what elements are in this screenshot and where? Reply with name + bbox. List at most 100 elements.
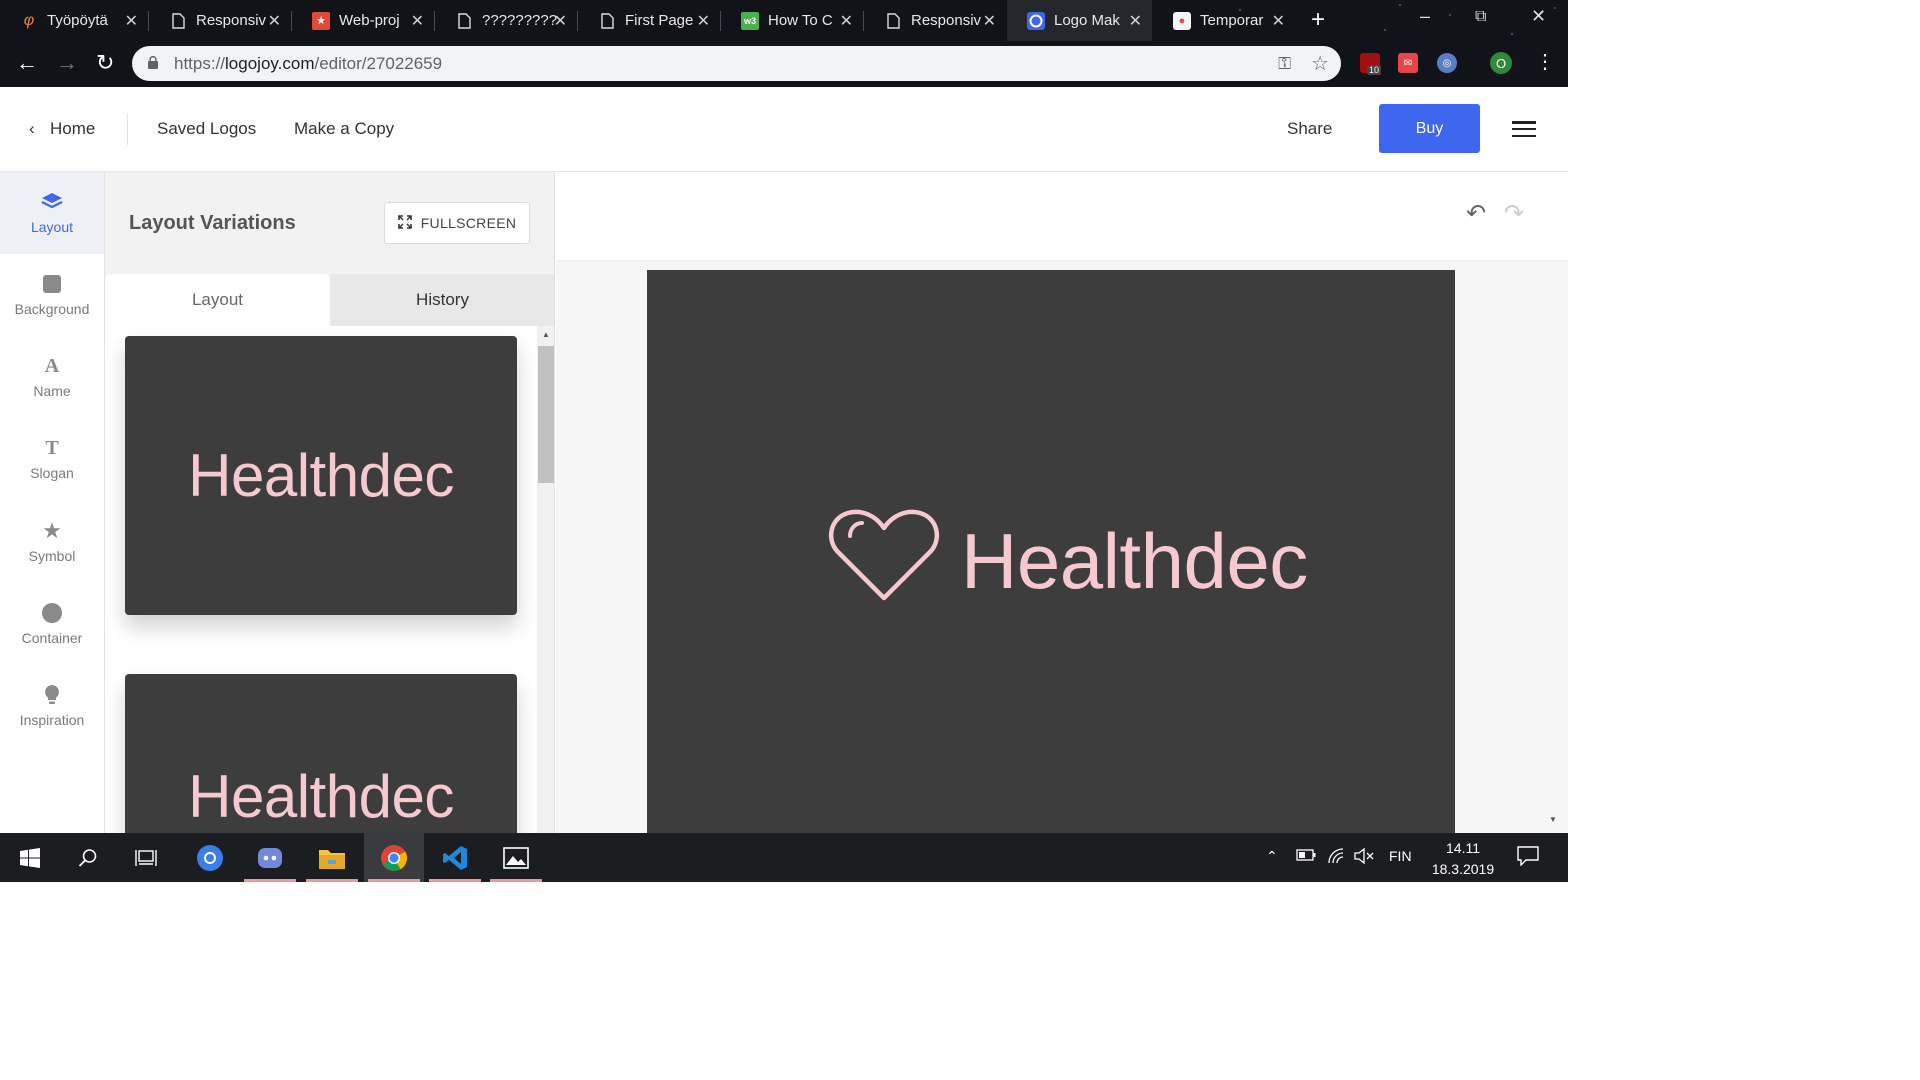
variation-list: Healthdec Healthdec xyxy=(105,326,537,833)
layout-variations-panel: Layout Variations FULLSCREEN Layout Hist… xyxy=(105,172,555,833)
back-icon[interactable]: ← xyxy=(16,51,38,75)
battery-icon[interactable] xyxy=(1296,848,1316,864)
scrollbar-thumb[interactable] xyxy=(538,346,554,483)
browser-tab[interactable]: w3 How To C ✕ xyxy=(721,0,863,41)
editor-tool-rail: Layout Background A Name T Slogan ★ Symb… xyxy=(0,172,105,833)
w3-icon: w3 xyxy=(741,11,759,30)
reload-icon[interactable]: ↻ xyxy=(96,51,114,75)
browser-tab[interactable]: Responsiv ✕ xyxy=(149,0,291,41)
profile-avatar[interactable]: O xyxy=(1490,52,1512,74)
bookmark-star-icon[interactable]: ☆ xyxy=(1311,51,1329,76)
tab-layout[interactable]: Layout xyxy=(105,274,330,326)
variation-card[interactable]: Healthdec xyxy=(125,674,517,833)
rail-item-name[interactable]: A Name xyxy=(0,336,104,418)
close-icon[interactable]: ✕ xyxy=(983,11,996,31)
minimize-icon[interactable]: – xyxy=(1420,6,1430,27)
start-icon[interactable] xyxy=(0,833,60,882)
task-view-icon[interactable] xyxy=(116,833,176,882)
windows-taskbar: ⌃ FIN 14.11 18.3.2019 xyxy=(0,833,1568,882)
undo-icon[interactable]: ↶ xyxy=(1466,199,1486,228)
rail-item-background[interactable]: Background xyxy=(0,254,104,336)
logo-preview[interactable]: Healthdec xyxy=(647,270,1455,833)
discord-icon[interactable] xyxy=(240,833,300,882)
hamburger-menu-icon[interactable] xyxy=(1512,121,1536,138)
close-icon[interactable]: ✕ xyxy=(554,11,567,31)
close-icon[interactable]: ✕ xyxy=(125,11,138,31)
panel-title: Layout Variations xyxy=(129,212,296,234)
close-icon[interactable]: ✕ xyxy=(268,11,281,31)
wifi-icon[interactable] xyxy=(1327,848,1345,867)
scroll-down-icon[interactable]: ▼ xyxy=(1549,815,1557,824)
tab-history[interactable]: History xyxy=(330,274,554,326)
browser-tab[interactable]: φ Työpöytä ✕ xyxy=(0,0,148,41)
rail-item-inspiration[interactable]: Inspiration xyxy=(0,665,104,747)
browser-tab[interactable]: ????????? ✕ xyxy=(435,0,577,41)
logojoy-icon xyxy=(1027,11,1045,30)
browser-tab-strip: φ Työpöytä ✕ Responsiv ✕ ★ Web-proj ✕ ??… xyxy=(0,0,1568,41)
address-bar[interactable]: https://logojoy.com/editor/27022659 ⚿ ☆ xyxy=(132,46,1341,81)
ublock-icon[interactable]: 10 xyxy=(1360,53,1382,75)
lightbulb-icon xyxy=(0,682,104,708)
close-window-icon[interactable]: ✕ xyxy=(1531,6,1546,27)
heart-icon xyxy=(828,509,940,601)
more-menu-icon[interactable]: ⋮ xyxy=(1535,50,1555,74)
variation-card[interactable]: Healthdec xyxy=(125,336,517,615)
url-text: https://logojoy.com/editor/27022659 xyxy=(174,54,443,73)
canvas-toolbar: ↶ ↷ xyxy=(556,172,1568,261)
close-icon[interactable]: ✕ xyxy=(1129,11,1142,31)
chevron-left-icon[interactable]: ‹ xyxy=(29,119,35,139)
lock-icon xyxy=(148,56,158,69)
close-icon[interactable]: ✕ xyxy=(1272,11,1285,31)
panel-scrollbar[interactable]: ▲ xyxy=(537,326,554,833)
close-icon[interactable]: ✕ xyxy=(697,11,710,31)
chevron-up-icon[interactable]: ⌃ xyxy=(1266,848,1278,865)
layers-icon xyxy=(0,189,104,215)
variation-logo-name: Healthdec xyxy=(188,763,454,830)
photos-icon[interactable] xyxy=(486,833,546,882)
clock-date: 18.3.2019 xyxy=(1431,861,1495,877)
square-icon xyxy=(0,271,104,297)
clock[interactable]: 14.11 18.3.2019 xyxy=(1428,838,1498,880)
home-link[interactable]: Home xyxy=(50,119,95,139)
page-icon xyxy=(598,12,616,30)
scroll-up-icon[interactable]: ▲ xyxy=(542,330,550,339)
browser-tab-active[interactable]: Logo Mak ✕ xyxy=(1007,0,1152,41)
editor-canvas-area: ↶ ↷ Healthdec xyxy=(556,172,1568,833)
key-icon[interactable]: ⚿ xyxy=(1278,54,1291,74)
volume-muted-icon[interactable] xyxy=(1354,847,1374,867)
saved-logos-link[interactable]: Saved Logos xyxy=(157,119,256,139)
close-icon[interactable]: ✕ xyxy=(411,11,424,31)
buy-button[interactable]: Buy xyxy=(1379,104,1480,153)
file-explorer-icon[interactable] xyxy=(302,833,362,882)
rail-item-container[interactable]: Container xyxy=(0,583,104,665)
mascot-icon: ● xyxy=(1173,11,1191,30)
rail-item-slogan[interactable]: T Slogan xyxy=(0,418,104,500)
tab-title: How To C xyxy=(768,12,833,29)
share-link[interactable]: Share xyxy=(1287,119,1332,139)
close-icon[interactable]: ✕ xyxy=(840,11,853,31)
browser-tab[interactable]: ● Temporar ✕ xyxy=(1153,0,1295,41)
tab-title: First Page xyxy=(625,12,694,29)
tab-title: Web-proj xyxy=(339,12,400,29)
make-copy-link[interactable]: Make a Copy xyxy=(294,119,394,139)
browser-tab[interactable]: Responsiv ✕ xyxy=(864,0,1006,41)
mail-extension-icon[interactable]: ✉ xyxy=(1398,53,1418,73)
vscode-icon[interactable] xyxy=(425,833,485,882)
fullscreen-button[interactable]: FULLSCREEN xyxy=(384,202,530,244)
variation-logo-name: Healthdec xyxy=(188,442,454,509)
chromium-icon[interactable] xyxy=(180,833,240,882)
redo-icon[interactable]: ↷ xyxy=(1504,199,1524,228)
rail-item-symbol[interactable]: ★ Symbol xyxy=(0,501,104,583)
page-icon xyxy=(884,12,902,30)
chrome-icon[interactable] xyxy=(364,833,424,882)
forward-icon[interactable]: → xyxy=(56,51,78,75)
rail-item-layout[interactable]: Layout xyxy=(0,172,104,254)
search-extension-icon[interactable]: ◎ xyxy=(1437,53,1457,73)
search-icon[interactable] xyxy=(58,833,118,882)
new-tab-button[interactable]: + xyxy=(1311,6,1325,34)
browser-tab[interactable]: ★ Web-proj ✕ xyxy=(292,0,434,41)
notifications-icon[interactable] xyxy=(1517,846,1539,869)
browser-tab[interactable]: First Page ✕ xyxy=(578,0,720,41)
language-indicator[interactable]: FIN xyxy=(1389,848,1412,864)
restore-icon[interactable]: ⧉ xyxy=(1475,8,1486,26)
